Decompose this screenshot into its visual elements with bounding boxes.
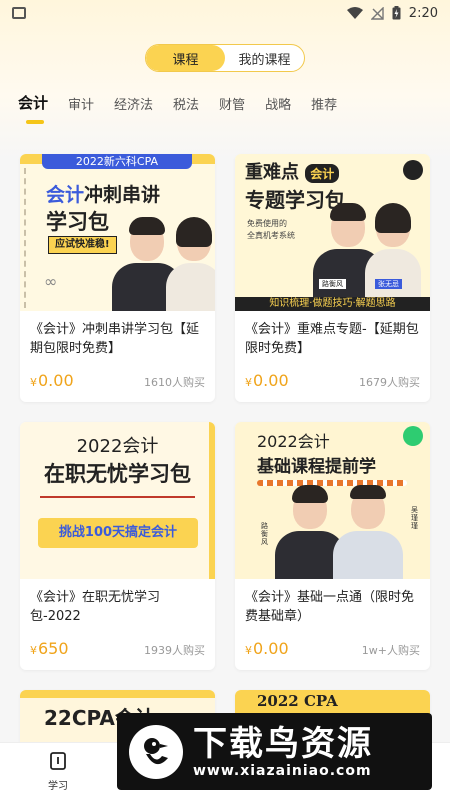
category-tabs: 会计 审计 经济法 税法 财管 战略 推荐 — [18, 92, 357, 113]
active-tab-indicator — [26, 120, 44, 124]
infinity-icon: ∞ — [44, 272, 58, 291]
thumb-badge: 会计 — [305, 163, 340, 183]
buyer-count: 1w+人购买 — [361, 644, 420, 657]
course-title: 《会计》冲刺串讲学习包【延期包限时免费】 — [30, 322, 200, 356]
thumb-line1: 2022会计 — [257, 432, 330, 451]
course-title: 《会计》基础一点通（限时免费基础章） — [245, 590, 415, 624]
gallery-notification-icon — [12, 7, 26, 19]
thumb-text: 2022 CPA — [257, 692, 338, 710]
thumb-heading-c: 学习包 — [46, 210, 109, 234]
course-card[interactable]: 重难点 会计 专题学习包 免费使用的 全真机考系统 路衡风 张无忌 知识梳理·做… — [235, 154, 430, 402]
instructor-name-2: 张无忌 — [375, 279, 402, 289]
watermark-bird-logo-icon — [129, 724, 183, 779]
tab-economic-law[interactable]: 经济法 — [114, 94, 153, 113]
segment-my-courses[interactable]: 我的课程 — [225, 45, 304, 71]
watermark-url: www.xiazainiao.com — [193, 762, 372, 779]
tab-accounting[interactable]: 会计 — [18, 92, 48, 113]
instructor-name-2: 吴瑾瑾 — [411, 506, 418, 530]
thumb-top-line: 2022新六科CPA — [42, 154, 192, 169]
thumb-line2: 基础课程提前学 — [257, 457, 376, 477]
buyer-count: 1679人购买 — [359, 376, 420, 389]
thumb-heading-a: 重难点 — [245, 162, 299, 183]
no-signal-icon — [370, 6, 384, 20]
watermark-banner: 下载鸟资源 www.xiazainiao.com — [117, 713, 432, 790]
thumb-line1: 2022会计 — [76, 436, 159, 457]
instructor-name-1: 路衡风 — [319, 279, 346, 289]
brand-logo-icon — [403, 426, 423, 446]
thumb-footer: 知识梳理·做题技巧·解题思路 — [235, 297, 430, 311]
status-bar: 2:20 — [0, 0, 450, 26]
course-thumbnail: 重难点 会计 专题学习包 免费使用的 全真机考系统 路衡风 张无忌 知识梳理·做… — [235, 154, 430, 311]
battery-charging-icon — [392, 6, 401, 20]
course-price: ¥0.00 — [245, 371, 289, 390]
thumb-sub1: 免费使用的 — [247, 219, 287, 228]
brand-logo-icon — [403, 160, 423, 180]
thumb-banner: 挑战100天搞定会计 — [38, 518, 198, 548]
course-title: 《会计》重难点专题-【延期包限时免费】 — [245, 322, 419, 356]
thumb-heading-a: 会计 — [46, 184, 85, 206]
course-price: ¥650 — [30, 639, 69, 658]
course-card[interactable]: 2022会计 在职无忧学习包 挑战100天搞定会计 《会计》在职无忧学习包-20… — [20, 422, 215, 670]
buyer-count: 1610人购买 — [144, 376, 205, 389]
tab-tax-law[interactable]: 税法 — [173, 94, 199, 113]
instructor-photo — [333, 485, 403, 579]
thumb-line2: 在职无忧学习包 — [44, 462, 191, 486]
watermark-title: 下载鸟资源 — [193, 723, 373, 764]
course-price: ¥0.00 — [245, 639, 289, 658]
course-price: ¥0.00 — [30, 371, 74, 390]
course-segment-control: 课程 我的课程 — [145, 44, 305, 72]
tab-financial-management[interactable]: 财管 — [219, 94, 245, 113]
thumb-tag: 应试快准稳! — [48, 236, 117, 254]
nav-study[interactable]: 学习 — [38, 751, 78, 792]
thumb-sub2: 全真机考系统 — [247, 231, 295, 240]
course-thumbnail: 2022会计 基础课程提前学 路衡风 吴瑾瑾 — [235, 422, 430, 579]
course-title: 《会计》在职无忧学习包-2022 — [30, 590, 161, 624]
instructor-name-1: 路衡风 — [261, 522, 268, 546]
study-book-icon — [50, 752, 66, 770]
course-card[interactable]: 2022新六科CPA 会计冲刺串讲 学习包 应试快准稳! ∞ 《会计》冲刺串讲学… — [20, 154, 215, 402]
tab-audit[interactable]: 审计 — [68, 94, 94, 113]
nav-study-label: 学习 — [48, 781, 68, 792]
course-thumbnail: 2022会计 在职无忧学习包 挑战100天搞定会计 — [20, 422, 215, 579]
thumb-heading-b: 冲刺串讲 — [84, 184, 161, 206]
instructor-photo — [166, 217, 215, 311]
tab-recommended[interactable]: 推荐 — [311, 94, 337, 113]
course-card[interactable]: 2022会计 基础课程提前学 路衡风 吴瑾瑾 《会计》基础一点通（限时免费基础章… — [235, 422, 430, 670]
course-thumbnail: 2022新六科CPA 会计冲刺串讲 学习包 应试快准稳! ∞ — [20, 154, 215, 311]
tab-strategy[interactable]: 战略 — [265, 94, 291, 113]
buyer-count: 1939人购买 — [144, 644, 205, 657]
wifi-icon — [346, 7, 363, 19]
status-time: 2:20 — [408, 5, 438, 21]
segment-courses[interactable]: 课程 — [146, 45, 225, 71]
